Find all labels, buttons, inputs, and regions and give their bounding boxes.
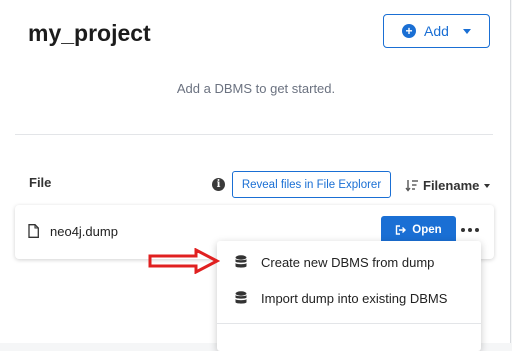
open-icon (396, 225, 407, 235)
chevron-down-icon (462, 28, 471, 34)
add-button[interactable]: + Add (383, 14, 490, 48)
project-panel: my_project + Add Add a DBMS to get start… (0, 0, 511, 351)
info-icon[interactable]: i (212, 178, 225, 191)
more-options-button[interactable] (461, 224, 479, 236)
more-dot-icon (468, 228, 472, 232)
more-dot-icon (461, 228, 465, 232)
menu-item-create-dbms-from-dump[interactable]: Create new DBMS from dump (217, 243, 481, 281)
database-icon (235, 291, 247, 304)
database-icon (235, 255, 247, 268)
add-button-label: Add (424, 23, 449, 39)
open-button-label: Open (412, 224, 442, 236)
dbms-empty-message: Add a DBMS to get started. (176, 81, 336, 96)
sort-label: Filename (423, 178, 480, 193)
project-title: my_project (28, 20, 151, 46)
section-divider (15, 134, 493, 135)
sort-by-filename-dropdown[interactable]: Filename (405, 178, 491, 193)
file-name: neo4j.dump (50, 224, 118, 239)
menu-item-import-dump[interactable]: Import dump into existing DBMS (217, 279, 481, 317)
file-section-header: File (29, 175, 52, 190)
more-dot-icon (475, 228, 479, 232)
menu-item-label: Import dump into existing DBMS (261, 290, 448, 306)
plus-circle-icon: + (402, 24, 417, 38)
open-button[interactable]: Open (381, 216, 456, 244)
red-arrow-annotation (148, 248, 220, 274)
file-context-menu: Create new DBMS from dump Import dump in… (217, 241, 481, 351)
reveal-files-button[interactable]: Reveal files in File Explorer (232, 171, 391, 198)
chevron-down-icon (484, 183, 491, 188)
sort-icon (405, 180, 418, 192)
menu-item-label: Create new DBMS from dump (261, 254, 435, 270)
file-icon (28, 224, 39, 238)
menu-divider (217, 323, 481, 324)
